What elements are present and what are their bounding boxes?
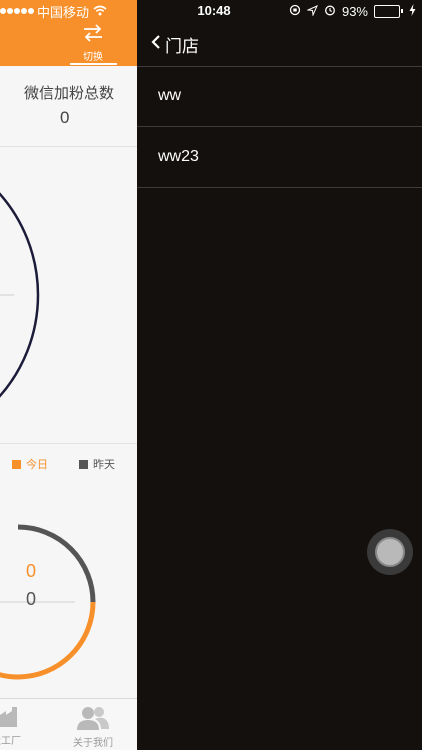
store-item-label: ww23 — [158, 148, 199, 165]
tab-factory-label: 造工厂 — [0, 736, 21, 747]
people-icon — [75, 705, 111, 734]
switch-store-button[interactable]: 切换 — [76, 24, 110, 64]
switch-arrows-icon — [82, 24, 104, 47]
back-button[interactable]: 门店 — [151, 32, 199, 57]
large-chart-area — [0, 147, 137, 444]
chevron-left-icon — [151, 34, 161, 55]
legend-yesterday-swatch — [79, 459, 88, 469]
tab-bar: 造工厂 关于我们 — [0, 698, 137, 750]
large-circle-chart — [0, 192, 40, 398]
donut-today-value: 0 — [25, 561, 36, 581]
panel-nav-bar: 门店 — [137, 22, 422, 67]
home-page-background: 中国移动 切换 微信加粉总数 0 今日 昨天 0 0 工厂 关于我们 — [0, 0, 137, 750]
alarm-clock-icon — [324, 4, 336, 19]
assistive-touch-button[interactable] — [367, 529, 413, 575]
switch-underline — [70, 63, 117, 65]
chart-legend: 今日 昨天 — [0, 450, 137, 476]
wechat-fans-stat: 微信加粉总数 0 — [0, 66, 137, 147]
tab-factory[interactable]: 造工厂 — [0, 705, 21, 747]
legend-yesterday: 昨天 — [79, 456, 115, 472]
factory-icon — [0, 705, 20, 732]
store-item[interactable]: ww — [137, 66, 422, 127]
battery-percent: 93% — [341, 3, 368, 19]
legend-today-label: 今日 — [26, 459, 48, 471]
store-item-label: ww — [158, 87, 182, 104]
stat-value: 0 — [60, 108, 70, 127]
location-arrow-icon — [306, 4, 318, 19]
donut-yesterday-value: 0 — [25, 589, 36, 609]
store-selection-panel: 门店 ww ww23 — [137, 0, 422, 750]
stat-title: 微信加粉总数 — [24, 85, 115, 102]
battery-icon — [374, 4, 403, 18]
wifi-icon — [93, 4, 107, 19]
status-bar-left: 中国移动 — [0, 3, 107, 20]
switch-label: 切换 — [83, 52, 103, 63]
orientation-lock-icon — [289, 4, 301, 19]
tab-about-us-label: 关于我们 — [73, 738, 113, 749]
legend-today-swatch — [12, 459, 21, 469]
home-header: 中国移动 切换 — [0, 0, 137, 66]
signal-strength-icon — [0, 8, 34, 14]
charging-bolt-icon — [409, 3, 416, 19]
legend-today: 今日 — [12, 456, 48, 472]
back-label: 门店 — [165, 37, 199, 56]
today-yesterday-donut — [0, 524, 96, 680]
status-time: 10:48 — [197, 3, 231, 18]
tab-about-us[interactable]: 关于我们 — [73, 705, 113, 749]
store-item[interactable]: ww23 — [137, 127, 422, 188]
carrier-label: 中国移动 — [37, 4, 90, 20]
status-bar-right: 93% — [289, 3, 416, 19]
store-list: ww ww23 — [137, 66, 422, 188]
legend-yesterday-label: 昨天 — [93, 459, 115, 471]
